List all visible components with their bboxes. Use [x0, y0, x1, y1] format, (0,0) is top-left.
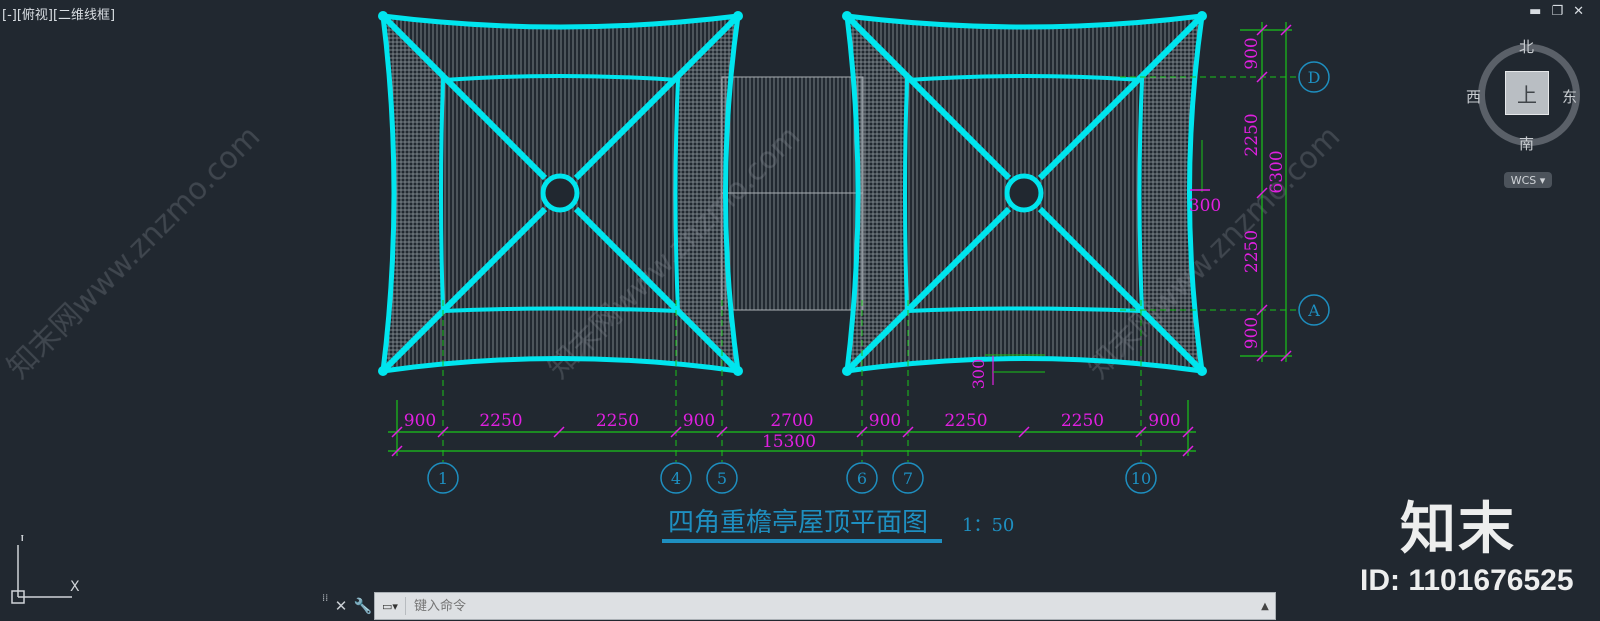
ucs-x-label: X	[70, 579, 80, 595]
horizontal-dimension-text: 2700	[770, 411, 813, 431]
ucs-y-label: Y	[17, 535, 27, 545]
axis-label: 7	[903, 469, 913, 488]
command-line-bar: ⁞⁞ ✕ 🔧 ▭▾ ▲	[322, 592, 1276, 620]
compass-east[interactable]: 东	[1562, 86, 1577, 107]
axis-label: 1	[438, 469, 448, 488]
wrench-icon[interactable]: 🔧	[352, 597, 374, 615]
vertical-dimension-text: 2250	[1242, 230, 1262, 273]
row-axis-markers: DA	[1298, 61, 1330, 326]
horizontal-dimension-text: 2250	[596, 411, 639, 431]
ucs-icon: Y X	[11, 535, 80, 604]
command-history-up-icon[interactable]: ▲	[1255, 601, 1275, 612]
viewcube-top-face[interactable]: 上	[1505, 71, 1549, 115]
vertical-dimension-text: 2250	[1242, 113, 1262, 156]
offset-dimension-right-text: 300	[1189, 196, 1221, 216]
watermark-logo: 知末	[1400, 497, 1516, 562]
corridor-roof	[721, 76, 864, 311]
horizontal-dimension-text: 900	[1148, 411, 1180, 431]
drawing-canvas[interactable]: 知末网www.znzmo.com 知末网www.znzmo.com 知末网www…	[0, 0, 1600, 621]
watermark-text: 知末网www.znzmo.com	[1, 119, 267, 385]
column-axis-markers: 1 4 5 6 7 10	[427, 462, 1157, 494]
watermark-id: ID: 1101676525	[1360, 564, 1574, 597]
axis-label: D	[1308, 68, 1321, 87]
axis-label: 4	[671, 469, 681, 488]
pavilion-roof-left	[378, 11, 743, 376]
axis-label: 5	[717, 469, 727, 488]
compass-west[interactable]: 西	[1466, 86, 1481, 107]
close-icon[interactable]: ✕	[330, 597, 352, 615]
command-input-box: ▭▾ ▲	[374, 592, 1276, 620]
horizontal-dimension-text: 900	[404, 411, 436, 431]
viewcube[interactable]: 上 北 南 东 西	[1466, 38, 1584, 153]
total-height-dimension: 6300	[1267, 150, 1287, 193]
vertical-dimension-text: 900	[1242, 37, 1262, 69]
offset-dimension-right: 300	[1189, 140, 1221, 216]
compass-north[interactable]: 北	[1519, 36, 1534, 57]
horizontal-dimension-text: 2250	[479, 411, 522, 431]
horizontal-dimension-text: 900	[869, 411, 901, 431]
pavilion-roof-right	[842, 11, 1207, 376]
drawing-scale: 1：50	[962, 515, 1014, 536]
command-prompt-icon[interactable]: ▭▾	[375, 597, 406, 615]
axis-label: 10	[1131, 469, 1151, 488]
command-input[interactable]	[406, 597, 1255, 615]
horizontal-dimension-text: 2250	[944, 411, 987, 431]
total-width-dimension: 15300	[762, 432, 816, 452]
offset-dimension-bottom-text: 300	[969, 359, 988, 390]
wcs-menu[interactable]: WCS ▾	[1504, 172, 1552, 188]
axis-label: 6	[857, 469, 867, 488]
compass-south[interactable]: 南	[1519, 133, 1534, 154]
drawing-title: 四角重檐亭屋顶平面图	[668, 508, 928, 538]
command-bar-grip[interactable]: ⁞⁞	[322, 594, 330, 616]
horizontal-dimension-text: 2250	[1061, 411, 1104, 431]
vertical-dimension-text: 900	[1242, 317, 1262, 349]
horizontal-dimension-text: 900	[683, 411, 715, 431]
axis-label: A	[1307, 301, 1320, 320]
horizontal-dimension-texts: 900 2250 2250 900 2700 900 2250 2250 900	[404, 411, 1181, 431]
